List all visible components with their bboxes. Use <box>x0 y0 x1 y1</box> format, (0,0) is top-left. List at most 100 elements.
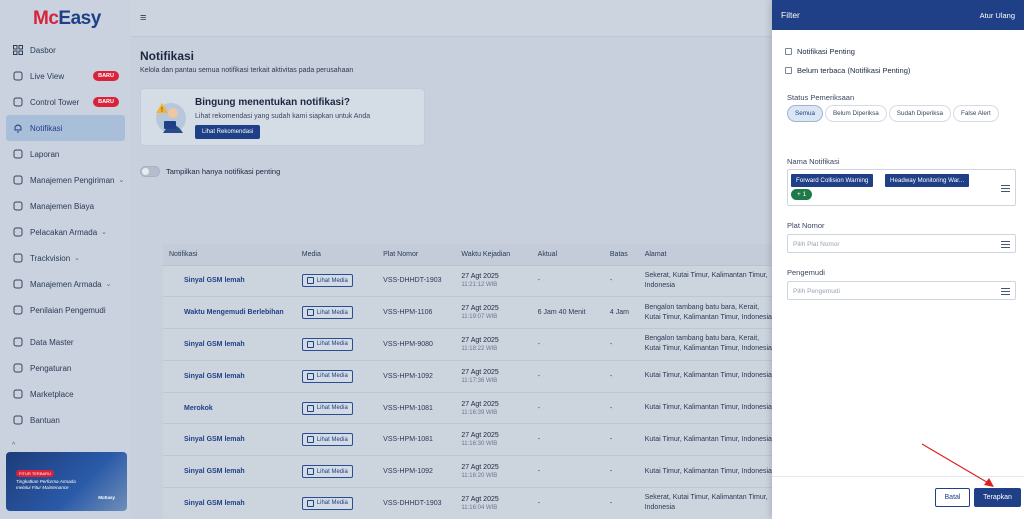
view-media-button[interactable]: Lihat Media <box>301 465 353 479</box>
notification-name[interactable]: Merokok <box>163 392 296 425</box>
limit-value: - <box>603 455 639 489</box>
notification-name[interactable]: Sinyal GSM lemah <box>163 455 296 489</box>
collapse-caret-icon[interactable]: ^ <box>12 442 15 449</box>
notification-name[interactable]: Sinyal GSM lemah <box>163 328 296 361</box>
address: Sekerat, Kutai Timur, Kalimantan Timur, I… <box>638 487 772 519</box>
list-menu-icon[interactable] <box>1001 185 1010 192</box>
table-row[interactable]: Merokok Lihat Media VSS-HPM-1081 27 Agt 202… <box>163 392 772 425</box>
notification-name[interactable]: Sinyal GSM lemah <box>163 487 296 519</box>
view-media-button[interactable]: Lihat Media <box>301 306 353 320</box>
event-date: 27 Agt 2025 <box>461 432 499 440</box>
view-media-button[interactable]: Lihat Media <box>301 433 353 447</box>
view-media-button[interactable]: Lihat Media <box>301 274 353 288</box>
sidebar-item-dasbor[interactable]: Dasbor <box>6 37 125 63</box>
notification-name[interactable]: Sinyal GSM lemah <box>163 360 296 393</box>
reset-filter-link[interactable]: Atur Ulang <box>980 11 1015 20</box>
important-only-label: Tampilkan hanya notifikasi penting <box>166 167 281 176</box>
status-chip[interactable]: Sudah Diperiksa <box>888 105 951 122</box>
sidebar-item-manajemen-armada[interactable]: Manajemen Armada ⌄ <box>6 271 125 297</box>
notification-name-multiselect[interactable]: Forward Collision Warning Headway Monito… <box>787 169 1016 206</box>
column-header[interactable]: Alamat <box>638 244 772 266</box>
event-clock: 11:16:20 WIB <box>461 473 498 480</box>
sidebar-item-pelacakan-armada[interactable]: Pelacakan Armada ⌄ <box>6 219 125 245</box>
chevron-down-icon: ⌄ <box>105 281 112 288</box>
checkbox-box[interactable] <box>785 48 792 55</box>
event-clock: 11:19:07 WIB <box>461 314 498 321</box>
status-chip[interactable]: Semua <box>787 105 823 122</box>
sidebar-item-penilaian-pengemudi[interactable]: Penilaian Pengemudi <box>6 297 125 323</box>
column-header[interactable]: Waktu Kejadian <box>455 244 532 266</box>
table-row[interactable]: Sinyal GSM lemah Lihat Media VSS-HPM-1081 2… <box>163 423 772 457</box>
event-clock: 11:16:04 WIB <box>461 504 498 511</box>
column-header[interactable]: Notifikasi <box>163 244 296 266</box>
important-notification-checkbox[interactable]: Notifikasi Penting <box>785 47 855 56</box>
plate-label: Plat Nomor <box>787 221 825 230</box>
unread-important-checkbox[interactable]: Belum terbaca (Notifikasi Penting) <box>785 66 910 75</box>
column-header[interactable]: Media <box>295 244 378 266</box>
sidebar-item-laporan[interactable]: Laporan <box>6 141 125 167</box>
sidebar-item-live-view[interactable]: Live View BARU <box>6 63 125 89</box>
view-media-label: Lihat Media <box>316 277 348 284</box>
more-tags-badge[interactable]: + 1 <box>791 189 813 200</box>
sidebar-item-label: Bantuan <box>30 415 60 425</box>
media-cell: Lihat Media <box>295 487 378 519</box>
notification-name[interactable]: Waktu Mengemudi Berlebihan <box>163 296 296 330</box>
camera-icon <box>13 253 23 263</box>
column-header[interactable]: Aktual <box>531 244 604 266</box>
table-row[interactable]: Sinyal GSM lemah Lihat Media VSS-DHHDT-190… <box>163 265 772 298</box>
status-chip[interactable]: False Alert <box>953 105 999 122</box>
view-recommendation-button[interactable]: Lihat Rekomendasi <box>195 125 261 139</box>
list-menu-icon[interactable] <box>1001 288 1010 295</box>
sidebar-item-label: Data Master <box>30 337 74 347</box>
sidebar-item-manajemen-biaya[interactable]: Manajemen Biaya <box>6 193 125 219</box>
sidebar-item-pengaturan[interactable]: Pengaturan <box>6 355 125 381</box>
sidebar-item-label: Control Tower <box>30 97 80 107</box>
address-line: Kutai Timur, Kalimantan Timur, Indonesia <box>644 372 772 380</box>
sidebar-item-label: Penilaian Pengemudi <box>30 305 106 315</box>
sidebar-item-data-master[interactable]: Data Master <box>6 329 125 355</box>
event-time: 27 Agt 2025 11:17:36 WIB <box>455 360 532 393</box>
promo-banner[interactable]: FITUR TERBARU Tingkatkan Performa Armada… <box>6 452 127 511</box>
driver-placeholder: Pilih Pengemudi <box>793 288 840 295</box>
cancel-button[interactable]: Batal <box>935 488 970 507</box>
selected-tag[interactable]: Forward Collision Warning <box>791 174 874 187</box>
column-header[interactable]: Plat Nomor <box>377 244 456 266</box>
address-line: Bengalon tambang batu bara, Kerait, <box>644 335 760 343</box>
event-time: 27 Agt 2025 11:19:07 WIB <box>455 296 532 330</box>
table-row[interactable]: Sinyal GSM lemah Lihat Media VSS-DHHDT-190… <box>163 487 772 519</box>
view-media-button[interactable]: Lihat Media <box>301 337 353 351</box>
sidebar-item-label: Dasbor <box>30 45 56 55</box>
checkbox-box[interactable] <box>785 67 792 74</box>
list-menu-icon[interactable] <box>1001 241 1010 248</box>
page-subtitle: Kelola dan pantau semua notifikasi terka… <box>140 67 354 74</box>
sidebar-item-marketplace[interactable]: Marketplace <box>6 381 125 407</box>
important-only-toggle[interactable] <box>140 166 160 177</box>
column-header[interactable]: Batas <box>603 244 639 266</box>
sidebar-item-manajemen-pengiriman[interactable]: Manajemen Pengiriman ⌄ <box>6 167 125 193</box>
store-icon <box>13 389 23 399</box>
table-row[interactable]: Sinyal GSM lemah Lihat Media VSS-HPM-1092 2… <box>163 360 772 393</box>
table-row[interactable]: Sinyal GSM lemah Lihat Media VSS-HPM-9080 2… <box>163 328 772 361</box>
sidebar-item-bantuan[interactable]: Bantuan <box>6 407 125 433</box>
sidebar-item-control-tower[interactable]: Control Tower BARU <box>6 89 125 115</box>
selected-tag[interactable]: Headway Monitoring War... <box>885 174 970 187</box>
apply-button[interactable]: Terapkan <box>974 488 1021 507</box>
address-line: Sekerat, Kutai Timur, Kalimantan Timur, <box>644 494 768 502</box>
mceasy-logo[interactable]: McEasy <box>33 8 101 30</box>
view-media-button[interactable]: Lihat Media <box>301 401 353 415</box>
table-row[interactable]: Waktu Mengemudi Berlebihan Lihat Media VSS… <box>163 296 772 330</box>
image-icon <box>306 309 314 317</box>
table-row[interactable]: Sinyal GSM lemah Lihat Media VSS-HPM-1092 2… <box>163 455 772 489</box>
sidebar-item-label: Marketplace <box>30 389 74 399</box>
hamburger-menu-icon[interactable]: ≡ <box>140 12 146 24</box>
view-media-button[interactable]: Lihat Media <box>301 369 353 383</box>
notification-name[interactable]: Sinyal GSM lemah <box>163 265 296 298</box>
sidebar-item-notifikasi[interactable]: Notifikasi <box>6 115 125 141</box>
view-media-button[interactable]: Lihat Media <box>301 496 353 510</box>
status-chip[interactable]: Belum Diperiksa <box>824 105 887 122</box>
sidebar-item-label: Pengaturan <box>30 363 72 373</box>
driver-select[interactable]: Pilih Pengemudi <box>787 281 1016 300</box>
sidebar-item-trackvision[interactable]: Trackvision ⌄ <box>6 245 125 271</box>
plate-select[interactable]: Pilih Plat Nomor <box>787 234 1016 253</box>
notification-name[interactable]: Sinyal GSM lemah <box>163 423 296 457</box>
